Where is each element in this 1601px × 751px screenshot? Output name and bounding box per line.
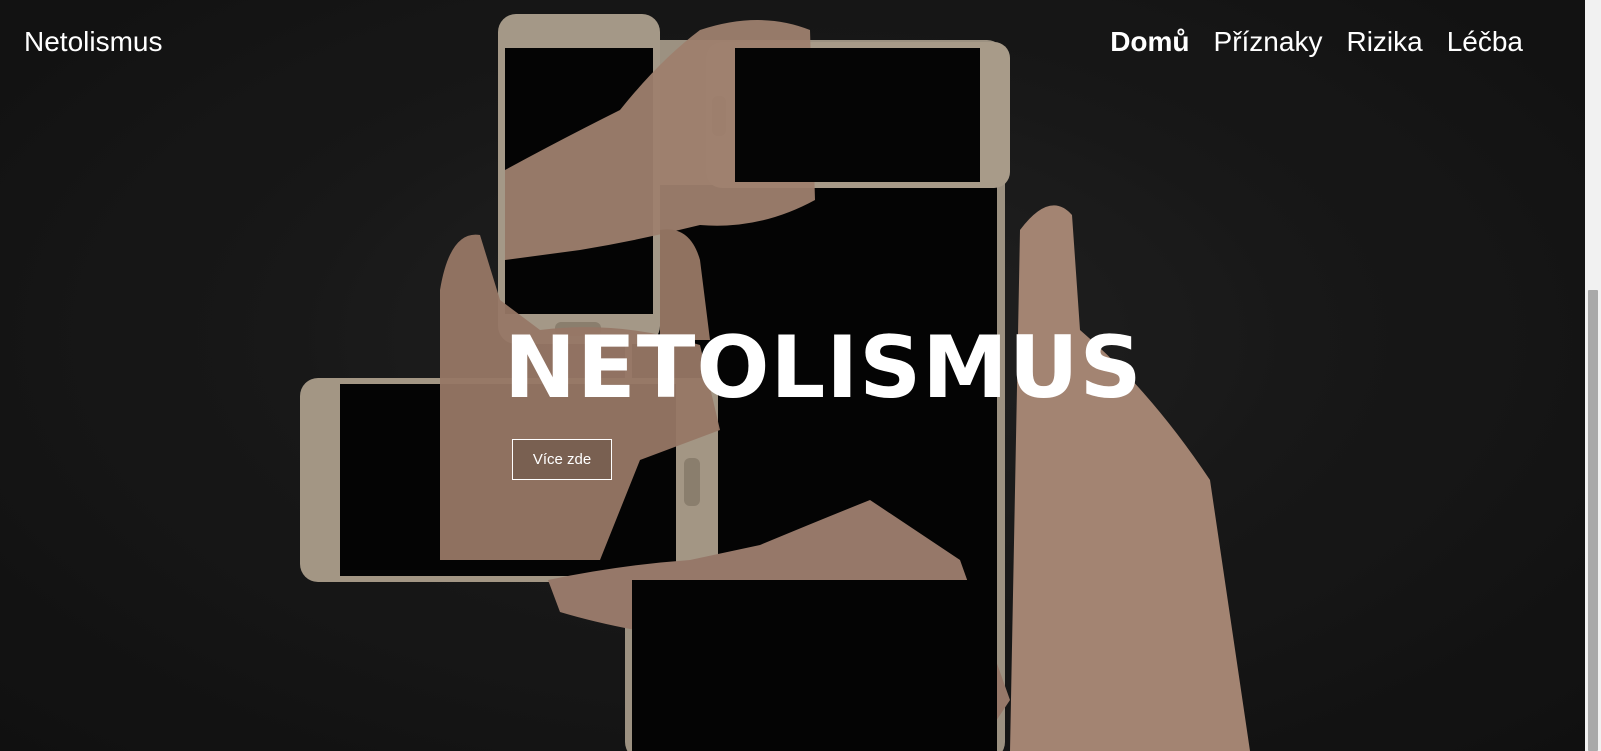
nav-item-rizika[interactable]: Rizika xyxy=(1346,26,1422,58)
page-scrollbar[interactable] xyxy=(1585,0,1601,751)
nav-item-domu[interactable]: Domů xyxy=(1110,26,1189,58)
hero-section: Netolismus Domů Příznaky Rizika Léčba NE… xyxy=(0,0,1585,751)
nav-item-priznaky[interactable]: Příznaky xyxy=(1214,26,1323,58)
main-navigation: Domů Příznaky Rizika Léčba xyxy=(1110,26,1523,58)
scrollbar-thumb[interactable] xyxy=(1588,290,1598,751)
brand-logo-link[interactable]: Netolismus xyxy=(24,26,162,58)
nav-item-lecba[interactable]: Léčba xyxy=(1447,26,1523,58)
hero-title: NETOLISMUS xyxy=(504,318,1143,418)
more-info-button[interactable]: Více zde xyxy=(512,439,612,480)
